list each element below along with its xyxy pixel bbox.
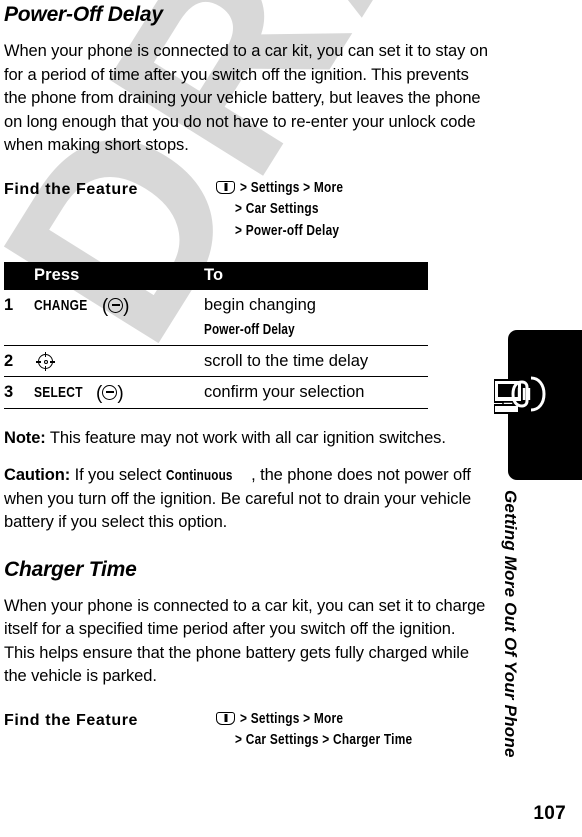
table-header-row: Press To — [4, 262, 428, 290]
caution-label: Caution: — [4, 466, 71, 485]
page-content: Power-Off Delay When your phone is conne… — [0, 0, 500, 752]
computer-phone-icon — [493, 372, 554, 420]
caution-emphasis: Continuous — [165, 467, 233, 485]
softkey-label-select: SELECT — [34, 383, 83, 401]
menu-path-row: > Car Settings > Charger Time — [216, 730, 500, 752]
menu-path-line: > Settings > More — [240, 179, 344, 196]
table-row: 1 CHANGE () begin changing Power-off Dela… — [4, 290, 428, 346]
page-title: Power-Off Delay — [4, 3, 163, 26]
menu-path-row: > Power-off Delay — [216, 221, 500, 243]
find-the-feature-charger-time: Find the Feature > Settings > More > Car… — [4, 709, 500, 752]
menu-path-line: > Settings > More — [240, 710, 344, 727]
chapter-tab-label: Getting More Out Of Your Phone — [501, 490, 520, 758]
menu-path-row: > Settings > More — [216, 178, 500, 200]
menu-path-row: > Settings > More — [216, 709, 500, 731]
step-number: 3 — [4, 376, 34, 409]
menu-softkey-icon — [216, 711, 235, 725]
note-label: Note: — [4, 428, 46, 447]
step-description-cell: begin changing Power-off Delay — [204, 290, 428, 346]
step-press-cell: SELECT () — [34, 376, 204, 409]
steps-table: Press To 1 CHANGE () begin changing Power… — [4, 262, 428, 409]
step-description-emphasis: Power-off Delay — [204, 321, 295, 338]
step-description-cell: confirm your selection — [204, 376, 428, 409]
softkey-minus-icon: () — [95, 382, 124, 404]
menu-softkey-icon — [216, 180, 235, 194]
caution-text-before: If you select — [70, 466, 166, 485]
find-the-feature-path: > Settings > More > Car Settings > Power… — [216, 178, 500, 243]
step-number: 2 — [4, 345, 34, 377]
caution-paragraph: Caution: If you select Continuous, the p… — [4, 464, 494, 535]
note-paragraph: Note: This feature may not work with all… — [4, 427, 464, 451]
table-header-number — [4, 262, 34, 290]
softkey-label-change: CHANGE — [34, 296, 88, 314]
section-body-power-off-delay: When your phone is connected to a car ki… — [4, 42, 488, 154]
page-number: 107 — [533, 803, 566, 824]
step-description-cell: scroll to the time delay — [204, 345, 428, 377]
table-header-to: To — [204, 262, 428, 290]
step-description-text: begin changing — [204, 296, 316, 314]
menu-path-row: > Car Settings — [216, 199, 500, 221]
table-row: 2 scroll to the time delay — [4, 345, 428, 377]
find-the-feature-label: Find the Feature — [4, 180, 139, 198]
step-press-cell: CHANGE () — [34, 290, 204, 346]
softkey-minus-icon: () — [101, 295, 130, 317]
step-description-text: confirm your selection — [204, 383, 365, 401]
find-the-feature-label: Find the Feature — [4, 711, 139, 729]
section-body-charger-time: When your phone is connected to a car ki… — [4, 596, 486, 686]
menu-path-line: > Car Settings > Charger Time — [235, 732, 413, 749]
find-the-feature-path: > Settings > More > Car Settings > Charg… — [216, 709, 500, 752]
step-number: 1 — [4, 290, 34, 346]
menu-path-line: > Power-off Delay — [235, 222, 340, 239]
table-row: 3 SELECT () confirm your selection — [4, 376, 428, 409]
step-press-cell — [34, 345, 204, 377]
note-text: This feature may not work with all car i… — [45, 428, 446, 447]
find-the-feature-power-off-delay: Find the Feature > Settings > More > Car… — [4, 178, 500, 243]
step-description-text: scroll to the time delay — [204, 352, 369, 370]
four-way-nav-key-icon — [36, 352, 55, 372]
table-header-press: Press — [34, 262, 204, 290]
section-title-charger-time: Charger Time — [4, 557, 137, 581]
menu-path-line: > Car Settings — [235, 201, 319, 217]
